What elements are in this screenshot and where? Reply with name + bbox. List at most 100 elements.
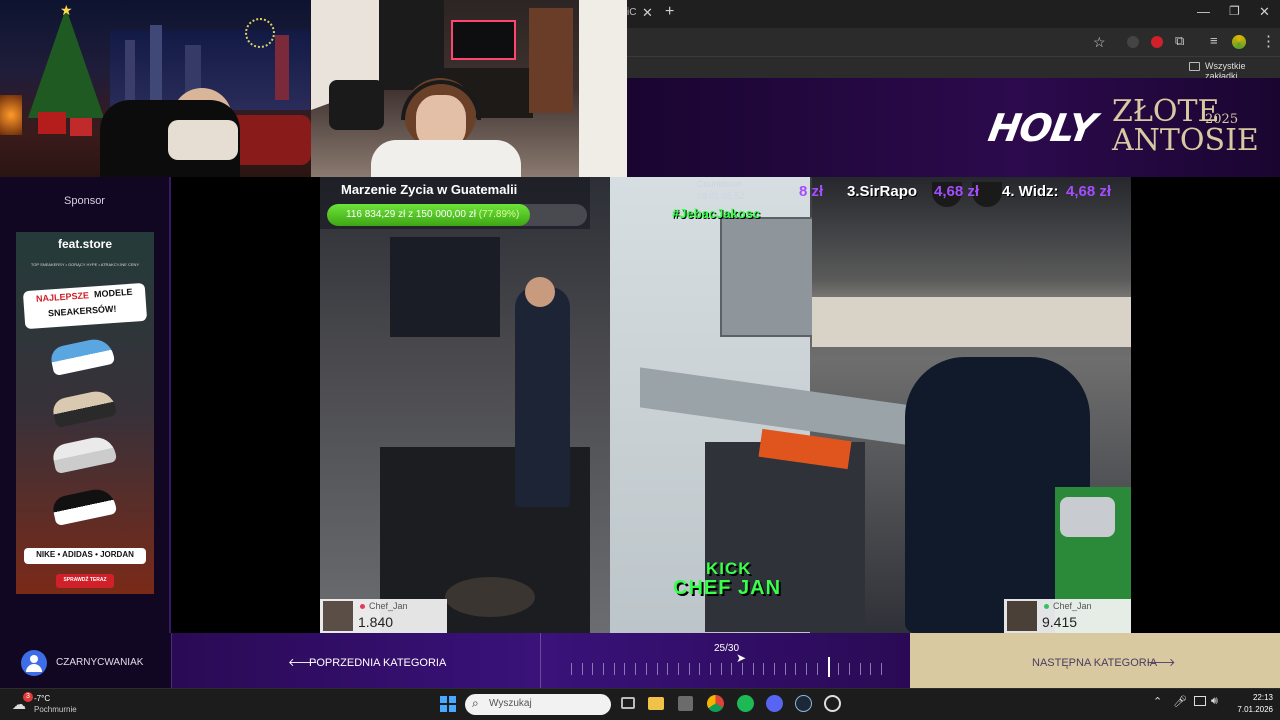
exhaust-hood	[720, 217, 815, 337]
search-placeholder: Wyszukaj	[489, 698, 532, 709]
avatar-head	[30, 655, 38, 663]
spotify-icon[interactable]	[737, 695, 754, 712]
progress-tick-current	[828, 657, 830, 677]
sponsor-panel: Sponsor feat.store TOP SNEAKERSY • GORĄC…	[0, 177, 171, 633]
sponsor-brands: NIKE • ADIDAS • JORDAN	[36, 550, 134, 559]
progress-tick	[667, 663, 668, 675]
close-window-icon[interactable]: ✕	[1259, 4, 1270, 20]
streamer-hoodie	[371, 140, 521, 177]
tray-chevron-icon[interactable]: ⌃	[1153, 695, 1162, 708]
live-dot-icon	[1044, 604, 1049, 609]
clock-time[interactable]: 22:13	[1233, 693, 1273, 702]
bookmark-star-icon[interactable]: ☆	[1093, 34, 1106, 51]
minimize-icon[interactable]: —	[1197, 4, 1210, 19]
star-icon: ★	[60, 2, 73, 18]
network-icon[interactable]	[1194, 696, 1206, 706]
extension-icon[interactable]	[1151, 36, 1163, 48]
firework-icon	[245, 18, 275, 48]
pip-counter	[812, 297, 1131, 347]
next-category-label: NASTĘPNA KATEGORIA	[1032, 657, 1158, 669]
progress-tick	[795, 663, 796, 675]
arrow-right-icon: 🡒	[1146, 657, 1176, 669]
win-tile	[449, 696, 456, 703]
sponsor-tagline: TOP SNEAKERSY • GORĄCY HYPE • ATRAKCYJNE…	[30, 262, 140, 267]
tab-title-fragment[interactable]: iC	[627, 7, 636, 18]
progress-tick	[763, 663, 764, 675]
kitchen-window	[390, 237, 500, 337]
weather-badge: 3	[23, 692, 33, 702]
event-year: 2025	[1205, 112, 1239, 127]
next-category-button[interactable]: NASTĘPNA KATEGORIA 🡒	[910, 633, 1280, 688]
close-tab-icon[interactable]: ✕	[642, 5, 653, 21]
viewer-card-left: Chef_Jan 1.840	[320, 599, 447, 633]
door	[529, 8, 573, 113]
windows-taskbar: ☁ 3 -7°C Pochmurnie ⌕ Wyszukaj ⌃ 🎤︎ 🔊︎ 2…	[0, 688, 1280, 720]
search-box[interactable]: ⌕ Wyszukaj	[465, 694, 611, 715]
sponsor-ad[interactable]: feat.store TOP SNEAKERSY • GORĄCY HYPE •…	[16, 232, 154, 594]
progress-tick	[582, 663, 583, 675]
category-nav-bar: CZARNYCWANIAK 🡐 POPRZEDNIA KATEGORIA 25/…	[0, 633, 1280, 688]
leaderboard-fragment: 8 zł	[799, 183, 824, 200]
progress-tick	[870, 663, 871, 675]
discord-icon[interactable]	[766, 695, 783, 712]
progress-tick	[646, 663, 647, 675]
user-avatar-icon[interactable]	[21, 650, 47, 676]
webcam-left: ★	[0, 0, 311, 177]
win-tile	[440, 705, 447, 712]
microphone-icon[interactable]: 🎤︎	[1173, 695, 1187, 708]
card-right-value: 9.415	[1042, 614, 1078, 630]
clock-date[interactable]: 7.01.2026	[1223, 705, 1273, 714]
browser-tab-bar: iC ✕ + — ❐ ✕	[627, 0, 1280, 28]
progress-tick	[838, 663, 839, 675]
present-icon	[38, 112, 66, 134]
extension-icon[interactable]	[1127, 36, 1139, 48]
progress-tick	[571, 663, 572, 675]
present-icon	[70, 118, 92, 136]
progress-tick	[678, 663, 679, 675]
maximize-icon[interactable]: ❐	[1229, 4, 1240, 18]
steam-icon[interactable]	[795, 695, 812, 712]
stream-video[interactable]: Marzenie Zycia w Guatemalii 116 834,29 z…	[320, 177, 1131, 633]
file-explorer-icon[interactable]	[648, 697, 664, 710]
card-thumbnail	[1007, 601, 1037, 631]
progress-tick	[614, 663, 615, 675]
progress-tick	[657, 663, 658, 675]
weather-widget[interactable]: ☁ 3 -7°C Pochmurnie	[8, 692, 88, 717]
progress-tick	[753, 663, 754, 675]
new-tab-icon[interactable]: +	[665, 3, 674, 21]
profile-avatar[interactable]	[1232, 35, 1246, 49]
steel-bowl	[1060, 497, 1115, 537]
prev-category-button[interactable]: 🡐 POPRZEDNIA KATEGORIA	[171, 633, 540, 688]
progress-tick	[721, 663, 722, 675]
chrome-icon[interactable]	[707, 695, 724, 712]
store-icon[interactable]	[678, 696, 693, 711]
pip-camera	[812, 177, 1131, 347]
christmas-tree-icon	[28, 8, 104, 118]
progress-tick	[817, 663, 818, 675]
goal-progress-label: 116 834,29 zł z 150 000,00 zł (77.89%)	[346, 209, 519, 220]
progress-tick	[635, 663, 636, 675]
app-icon[interactable]	[824, 695, 841, 712]
card-thumbnail	[323, 601, 353, 631]
folder-icon	[1189, 62, 1200, 71]
progress-tick	[881, 663, 882, 675]
menu-kebab-icon[interactable]: ⋮	[1261, 32, 1276, 50]
goal-progress-track: 116 834,29 zł z 150 000,00 zł (77.89%)	[327, 204, 587, 226]
prev-category-label: POPRZEDNIA KATEGORIA	[309, 657, 447, 669]
card-left-value: 1.840	[358, 614, 394, 630]
weather-desc: Pochmurnie	[34, 705, 77, 714]
kick-label: KICK	[706, 559, 752, 578]
task-view-icon[interactable]	[621, 697, 635, 709]
media-control-icon[interactable]: ≡	[1210, 33, 1218, 48]
viewer-card-right: Chef_Jan 9.415	[1004, 599, 1131, 633]
goal-amount: 116 834,29 zł z 150 000,00 zł	[346, 209, 476, 220]
volume-icon[interactable]: 🔊︎	[1211, 695, 1218, 708]
extensions-puzzle-icon[interactable]: ⧉	[1175, 33, 1184, 49]
event-header: HOLY ZŁOTE ANTOSIE 2025	[627, 78, 1280, 177]
sponsor-cta[interactable]: SPRAWDŹ TERAZ	[56, 577, 114, 583]
card-left-name: Chef_Jan	[369, 601, 408, 611]
search-icon: ⌕	[472, 696, 479, 710]
leader-3-name: 3.SirRapo	[847, 183, 918, 200]
leader-3-amount: 4,68 zł	[934, 183, 980, 200]
start-windows-icon[interactable]	[440, 696, 456, 712]
